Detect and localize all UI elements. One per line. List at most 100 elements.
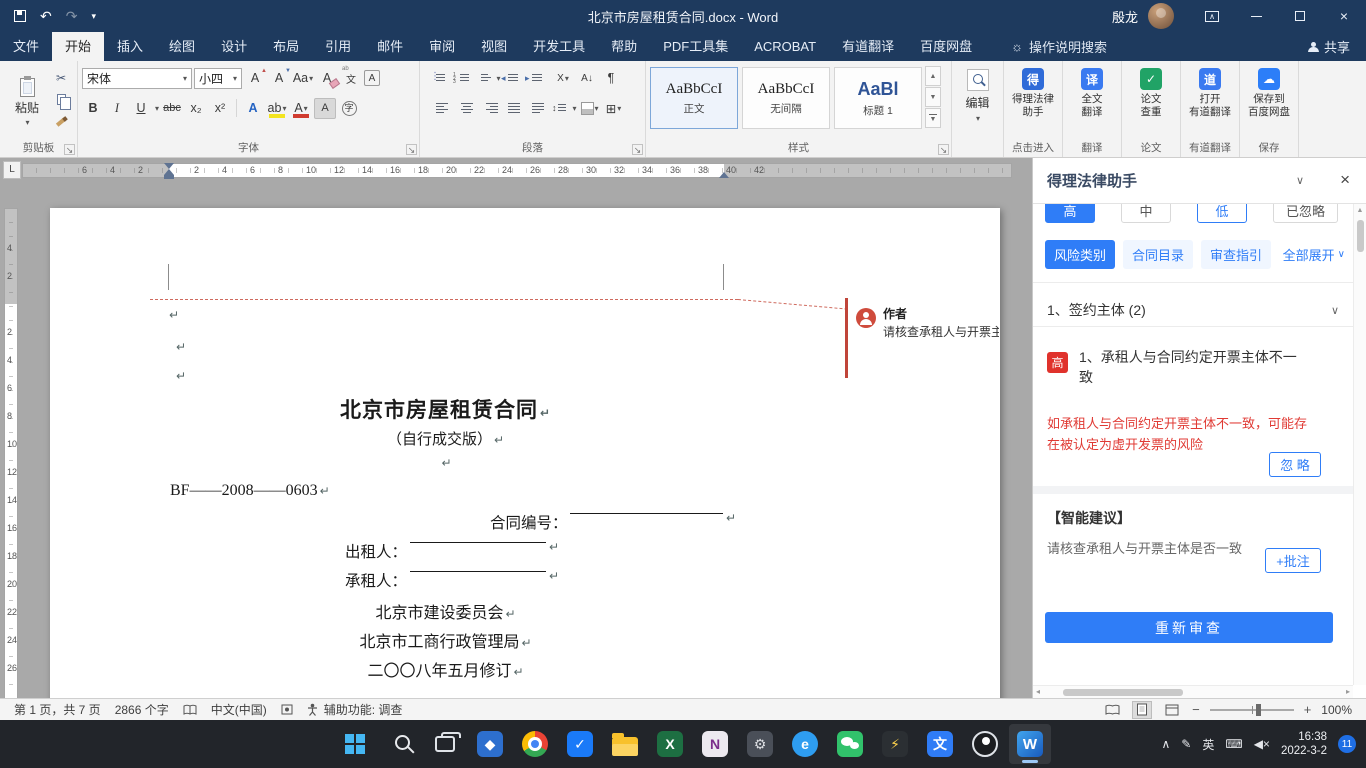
lessee-blank[interactable] (410, 555, 546, 572)
filter-已忽略[interactable]: 已忽略 (1273, 204, 1339, 223)
shrink-font-button[interactable]: A (268, 68, 291, 89)
obs[interactable] (964, 724, 1006, 764)
clipboard-dialog-launcher[interactable]: ↘ (64, 144, 75, 155)
tim[interactable]: ✓ (559, 724, 601, 764)
bullets-button[interactable] (430, 68, 454, 89)
numbering-button[interactable] (453, 68, 478, 89)
tab-视图[interactable]: 视图 (468, 32, 520, 61)
styles-more-button[interactable]: ▼ (925, 108, 941, 128)
borders-button[interactable]: ⊞ ▾ (603, 98, 625, 119)
panel-vertical-scrollbar[interactable]: ▲ (1353, 204, 1366, 685)
add-comment-button[interactable]: +批注 (1265, 548, 1321, 573)
wechat[interactable] (829, 724, 871, 764)
print-layout-button[interactable] (1132, 700, 1153, 719)
share-button[interactable]: 共享 (1307, 32, 1366, 61)
risk-item-title[interactable]: 1、承租人与合同约定开票主体不一致 (1079, 347, 1307, 387)
notification-badge[interactable]: 11 (1338, 735, 1356, 753)
cut-button[interactable]: ✂ (50, 68, 72, 87)
accessibility-icon[interactable] (307, 703, 318, 716)
grow-font-button[interactable]: A (244, 68, 267, 89)
zoom-slider[interactable] (1209, 703, 1294, 716)
superscript-button[interactable]: x² (209, 98, 231, 119)
filter-高[interactable]: 高 (1045, 204, 1095, 223)
tab-邮件[interactable]: 邮件 (364, 32, 416, 61)
tab-ACROBAT[interactable]: ACROBAT (741, 32, 829, 61)
close-button[interactable]: × (1322, 0, 1366, 32)
tab-插入[interactable]: 插入 (104, 32, 156, 61)
right-indent-marker[interactable] (719, 167, 729, 178)
editing-button[interactable]: 编辑 ▾ (956, 66, 999, 123)
filter-中[interactable]: 中 (1121, 204, 1171, 223)
character-shading-button[interactable]: A (314, 97, 337, 119)
panel-tab-审查指引[interactable]: 审查指引 (1201, 240, 1272, 269)
contract-no-blank[interactable] (570, 497, 723, 514)
tab-绘图[interactable]: 绘图 (156, 32, 208, 61)
sort-button[interactable]: A↓ (576, 68, 598, 89)
ribbon-display-options-button[interactable]: ∧ (1190, 0, 1234, 32)
align-right-button[interactable] (480, 98, 502, 119)
font-dialog-launcher[interactable]: ↘ (406, 144, 417, 155)
word-count[interactable]: 2866 个字 (115, 701, 169, 718)
filter-低[interactable]: 低 (1197, 204, 1247, 223)
strikethrough-button[interactable]: abc (161, 98, 183, 119)
styles-scroll-down-button[interactable]: ▼ (925, 87, 941, 107)
accessibility-status[interactable]: 辅助功能: 调查 (324, 701, 403, 718)
ignore-button[interactable]: 忽 略 (1269, 452, 1321, 477)
addin-button-论文查重[interactable]: ✓ 论文 查重 (1126, 66, 1176, 118)
notepad[interactable]: N (694, 724, 736, 764)
font-color-button[interactable]: A ▾ (290, 98, 312, 119)
align-center-button[interactable] (456, 98, 478, 119)
addin-button-得理法律助手[interactable]: 得得理法律 助手 (1008, 66, 1058, 118)
bold-button[interactable]: B (82, 98, 104, 119)
proofing-status-icon[interactable] (183, 704, 197, 716)
browser[interactable]: e (784, 724, 826, 764)
style-标题 1[interactable]: AaBl 标题 1 (834, 67, 922, 129)
search-button[interactable] (379, 724, 421, 764)
minimize-button[interactable] (1234, 0, 1278, 32)
horizontal-scroll-thumb[interactable] (1063, 689, 1183, 696)
word[interactable]: W (1009, 724, 1051, 764)
styles-scroll-up-button[interactable]: ▲ (925, 66, 941, 86)
multilevel-list-button[interactable]: ▾ (480, 68, 502, 89)
style-正文[interactable]: AaBbCcI 正文 (650, 67, 738, 129)
zoom-slider-thumb[interactable] (1255, 703, 1261, 716)
scroll-left-icon[interactable]: ◂ (1036, 687, 1040, 696)
line-spacing-button[interactable]: ↕ ▾ (552, 98, 577, 119)
paste-button[interactable]: 粘贴 ▾ (4, 66, 50, 139)
show-hide-marks-button[interactable]: ¶ (600, 68, 622, 89)
paragraph-dialog-launcher[interactable]: ↘ (632, 144, 643, 155)
read-mode-button[interactable] (1102, 701, 1122, 719)
zoom-in-button[interactable]: + (1304, 702, 1312, 717)
clear-formatting-button[interactable]: A (316, 68, 338, 89)
tab-百度网盘[interactable]: 百度网盘 (907, 32, 985, 61)
italic-button[interactable]: I (106, 98, 128, 119)
tab-引用[interactable]: 引用 (312, 32, 364, 61)
tab-帮助[interactable]: 帮助 (598, 32, 650, 61)
document-page[interactable]: 作者 请核查承租人与开票主 ↵ ↵ ↵ 北京市房屋租赁合同 ↵ （自行成交版） ↵ … (50, 208, 1000, 698)
page-indicator[interactable]: 第 1 页，共 7 页 (14, 701, 101, 718)
panel-menu-icon[interactable]: ∨ (1296, 174, 1304, 187)
increase-indent-button[interactable] (525, 68, 550, 89)
enclose-characters-button[interactable]: 字 (338, 98, 360, 119)
task-view-button[interactable] (424, 724, 466, 764)
web-layout-button[interactable] (1162, 701, 1182, 719)
change-case-button[interactable]: Aa ▾ (292, 68, 314, 89)
font-name-combo[interactable]: 宋体 ▾ (82, 67, 192, 89)
panel-close-icon[interactable]: × (1340, 170, 1350, 190)
align-left-button[interactable] (432, 98, 454, 119)
decrease-indent-button[interactable] (501, 68, 526, 89)
vertical-scroll-thumb[interactable] (1357, 220, 1364, 252)
tell-me-search[interactable]: ☼ 操作说明搜索 (1011, 32, 1107, 61)
docs[interactable]: 文 (919, 724, 961, 764)
risk-section-header[interactable]: 1、签约主体 (2) ∨ (1047, 294, 1339, 326)
text-effects-button[interactable]: A (242, 98, 264, 119)
hanging-indent-marker[interactable] (164, 164, 174, 175)
scroll-right-icon[interactable]: ▸ (1346, 687, 1350, 696)
tab-有道翻译[interactable]: 有道翻译 (829, 32, 907, 61)
redo-button[interactable]: ↷ (66, 8, 78, 25)
undo-button[interactable]: ↶ (40, 8, 52, 25)
account-name[interactable]: 殷龙 (1112, 7, 1138, 26)
copy-button[interactable] (50, 90, 72, 110)
addin-button-全文翻译[interactable]: 译全文 翻译 (1067, 66, 1117, 118)
styles-dialog-launcher[interactable]: ↘ (938, 144, 949, 155)
